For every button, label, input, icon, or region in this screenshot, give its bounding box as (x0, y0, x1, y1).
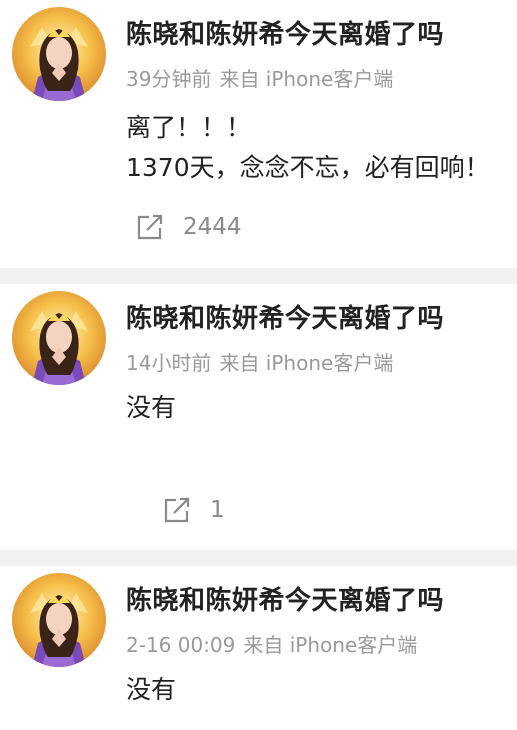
post-text-line: 没有 (126, 393, 177, 422)
repost-button[interactable]: 1 (162, 496, 225, 524)
post-content: 离了！！！ 1370天，念念不忘，必有回响！ (126, 108, 490, 188)
username[interactable]: 陈晓和陈妍希今天离婚了吗 (126, 14, 444, 51)
post-meta: 14小时前 来自 iPhone客户端 (126, 347, 393, 376)
feed-divider (0, 268, 517, 284)
post-card: 陈晓和陈妍希今天离婚了吗 14小时前 来自 iPhone客户端 没有 1 (0, 284, 517, 550)
share-icon (164, 497, 190, 523)
repost-count: 1 (210, 497, 225, 523)
post-content: 没有 (126, 670, 176, 710)
avatar[interactable] (12, 7, 106, 101)
post-source: 来自 iPhone客户端 (219, 351, 394, 375)
avatar[interactable] (12, 291, 106, 385)
post-text-line: 离了！！！ (126, 113, 252, 142)
share-icon (137, 214, 163, 240)
timestamp: 39分钟前 (126, 67, 212, 91)
post-meta: 39分钟前 来自 iPhone客户端 (126, 63, 393, 92)
post-source: 来自 iPhone客户端 (219, 67, 394, 91)
post-content: 没有 (126, 388, 176, 428)
post-source: 来自 iPhone客户端 (243, 633, 418, 657)
post-card: 陈晓和陈妍希今天离婚了吗 2-16 00:09 来自 iPhone客户端 没有 (0, 566, 517, 730)
post-feed: 陈晓和陈妍希今天离婚了吗 39分钟前 来自 iPhone客户端 离了！！！ 137… (0, 0, 517, 730)
feed-divider (0, 550, 517, 566)
timestamp: 14小时前 (126, 351, 212, 375)
post-text-line: 没有 (126, 675, 177, 704)
timestamp: 2-16 00:09 (126, 633, 236, 657)
repost-button[interactable]: 2444 (135, 213, 242, 241)
username[interactable]: 陈晓和陈妍希今天离婚了吗 (126, 580, 444, 617)
repost-count: 2444 (183, 214, 242, 240)
avatar[interactable] (12, 573, 106, 667)
post-card: 陈晓和陈妍希今天离婚了吗 39分钟前 来自 iPhone客户端 离了！！！ 137… (0, 0, 517, 268)
post-meta: 2-16 00:09 来自 iPhone客户端 (126, 629, 417, 658)
post-text-line: 1370天，念念不忘，必有回响！ (126, 153, 490, 182)
username[interactable]: 陈晓和陈妍希今天离婚了吗 (126, 298, 444, 335)
